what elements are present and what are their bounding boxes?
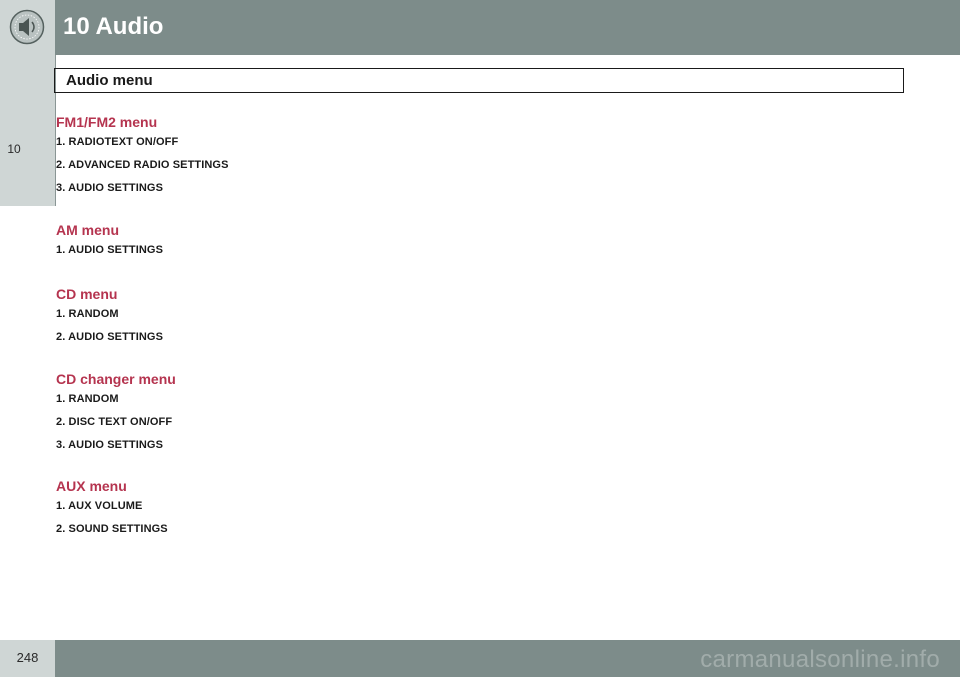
menu-group-cd-changer: CD changer menu 1. RANDOM 2. DISC TEXT O… xyxy=(56,371,176,452)
menu-group-cd: CD menu 1. RANDOM 2. AUDIO SETTINGS xyxy=(56,286,163,344)
menu-item: 3. AUDIO SETTINGS xyxy=(56,182,164,194)
section-title: Audio menu xyxy=(66,72,153,89)
chapter-side-tab xyxy=(0,55,55,206)
menu-group-am: AM menu 1. AUDIO SETTINGS xyxy=(56,222,163,257)
menu-item: 1. RANDOM xyxy=(56,308,119,320)
chapter-title: 10 Audio xyxy=(63,13,164,40)
menu-item: 1. AUX VOLUME xyxy=(56,500,143,512)
header-icon-box xyxy=(0,0,55,55)
menu-item: 2. DISC TEXT ON/OFF xyxy=(56,416,173,428)
menu-group-aux: AUX menu 1. AUX VOLUME 2. SOUND SETTINGS xyxy=(56,478,168,536)
page-number: 248 xyxy=(16,650,39,665)
menu-item: 2. SOUND SETTINGS xyxy=(56,523,168,535)
menu-item: 3. AUDIO SETTINGS xyxy=(56,439,164,451)
menu-heading: AUX menu xyxy=(56,478,127,494)
menu-item: 1. RADIOTEXT ON/OFF xyxy=(56,136,179,148)
menu-heading: CD changer menu xyxy=(56,371,176,387)
menu-heading: CD menu xyxy=(56,286,118,302)
menu-item: 1. AUDIO SETTINGS xyxy=(56,244,164,256)
chapter-number: 10 xyxy=(7,142,21,156)
menu-group-fm: FM1/FM2 menu 1. RADIOTEXT ON/OFF 2. ADVA… xyxy=(56,114,229,195)
menu-item: 1. RANDOM xyxy=(56,393,119,405)
section-title-box: Audio menu xyxy=(54,68,904,93)
menu-heading: FM1/FM2 menu xyxy=(56,114,158,130)
watermark-text: carmanualsonline.info xyxy=(700,646,940,673)
menu-item: 2. AUDIO SETTINGS xyxy=(56,331,164,343)
menu-item: 2. ADVANCED RADIO SETTINGS xyxy=(56,159,229,171)
speaker-icon xyxy=(9,9,45,45)
menu-heading: AM menu xyxy=(56,222,119,238)
